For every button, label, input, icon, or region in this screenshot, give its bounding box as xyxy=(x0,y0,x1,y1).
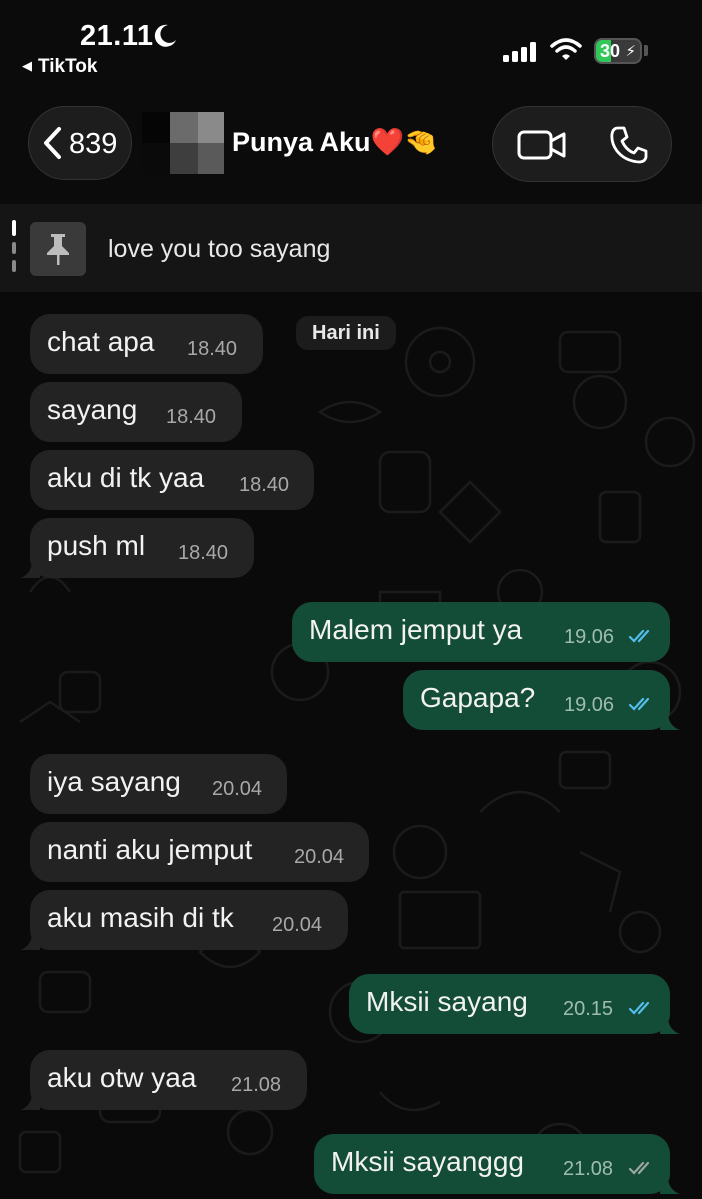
message-incoming[interactable]: chat apa 18.40 xyxy=(30,314,263,374)
message-time: 20.15 xyxy=(563,998,614,1020)
chat-header: 839 Punya Aku❤️🤏 xyxy=(0,96,702,196)
message-outgoing[interactable]: Mksii sayang 20.15 xyxy=(349,974,680,1034)
message-incoming[interactable]: nanti aku jemput 20.04 xyxy=(30,822,369,882)
read-receipt-icon xyxy=(628,697,650,711)
charging-bolt-icon: ⚡ xyxy=(625,43,636,60)
back-to-app-link[interactable]: ◀ TikTok xyxy=(22,56,97,78)
back-triangle-icon: ◀ xyxy=(22,58,32,73)
message-time: 18.40 xyxy=(239,474,290,496)
back-button[interactable]: 839 xyxy=(28,106,132,180)
message-text: aku di tk yaa xyxy=(47,462,205,493)
read-receipt-icon xyxy=(628,629,650,643)
message-incoming[interactable]: aku di tk yaa 18.40 xyxy=(30,450,314,510)
message-time: 20.04 xyxy=(272,914,323,936)
message-text: Mksii sayang xyxy=(366,986,528,1017)
back-app-label: TikTok xyxy=(38,56,98,77)
pinned-message-banner[interactable]: love you too sayang xyxy=(0,204,702,292)
message-outgoing[interactable]: Mksii sayanggg 21.08 xyxy=(314,1134,680,1194)
message-incoming[interactable]: push ml 18.40 xyxy=(20,518,254,578)
pin-indicator xyxy=(12,220,16,276)
chat-area[interactable]: Hari ini chat apa 18.40 sayang 18.40 aku… xyxy=(0,292,702,1199)
message-time: 18.40 xyxy=(178,542,229,564)
message-text: iya sayang xyxy=(47,766,181,797)
delivered-receipt-icon xyxy=(628,1161,650,1175)
message-text: aku masih di tk xyxy=(47,902,234,933)
message-text: sayang xyxy=(47,394,138,425)
message-text: Gapapa? xyxy=(420,682,536,713)
moon-icon xyxy=(154,24,176,47)
message-time: 19.06 xyxy=(564,694,615,716)
message-time: 21.08 xyxy=(563,1158,614,1180)
message-incoming[interactable]: sayang 18.40 xyxy=(30,382,242,442)
battery-indicator: 30 ⚡ xyxy=(594,38,642,64)
video-call-icon[interactable] xyxy=(517,129,567,161)
contact-name[interactable]: Punya Aku❤️🤏 xyxy=(232,126,438,158)
message-time: 20.04 xyxy=(212,778,263,800)
message-time: 20.04 xyxy=(294,846,345,868)
message-incoming[interactable]: iya sayang 20.04 xyxy=(30,754,287,814)
message-text: chat apa xyxy=(47,326,155,357)
voice-call-icon[interactable] xyxy=(609,125,649,165)
call-actions xyxy=(492,106,672,182)
message-text: push ml xyxy=(47,530,146,561)
message-outgoing[interactable]: Gapapa? 19.06 xyxy=(403,670,680,730)
message-text: nanti aku jemput xyxy=(47,834,253,865)
pin-icon xyxy=(30,222,86,276)
message-incoming[interactable]: aku masih di tk 20.04 xyxy=(20,890,348,950)
message-text: Malem jemput ya xyxy=(309,614,523,645)
status-time: 21.11 xyxy=(80,20,154,52)
chevron-left-icon xyxy=(44,127,61,159)
pinned-message-text: love you too sayang xyxy=(108,235,331,263)
signal-icon xyxy=(503,42,536,62)
unread-count: 839 xyxy=(69,128,118,160)
battery-percent: 30 xyxy=(600,41,621,61)
read-receipt-icon xyxy=(628,1001,650,1015)
message-text: Mksii sayanggg xyxy=(331,1146,524,1177)
avatar[interactable] xyxy=(142,112,224,174)
message-incoming[interactable]: aku otw yaa 21.08 xyxy=(20,1050,307,1110)
message-time: 19.06 xyxy=(564,626,615,648)
message-outgoing[interactable]: Malem jemput ya 19.06 xyxy=(292,602,670,662)
message-time: 18.40 xyxy=(187,338,238,360)
message-text: aku otw yaa xyxy=(47,1062,197,1093)
date-separator: Hari ini xyxy=(296,316,396,350)
status-bar: 21.11 ◀ TikTok 30 ⚡ xyxy=(0,0,702,90)
message-time: 21.08 xyxy=(231,1074,282,1096)
wifi-icon xyxy=(550,38,582,60)
message-time: 18.40 xyxy=(166,406,217,428)
